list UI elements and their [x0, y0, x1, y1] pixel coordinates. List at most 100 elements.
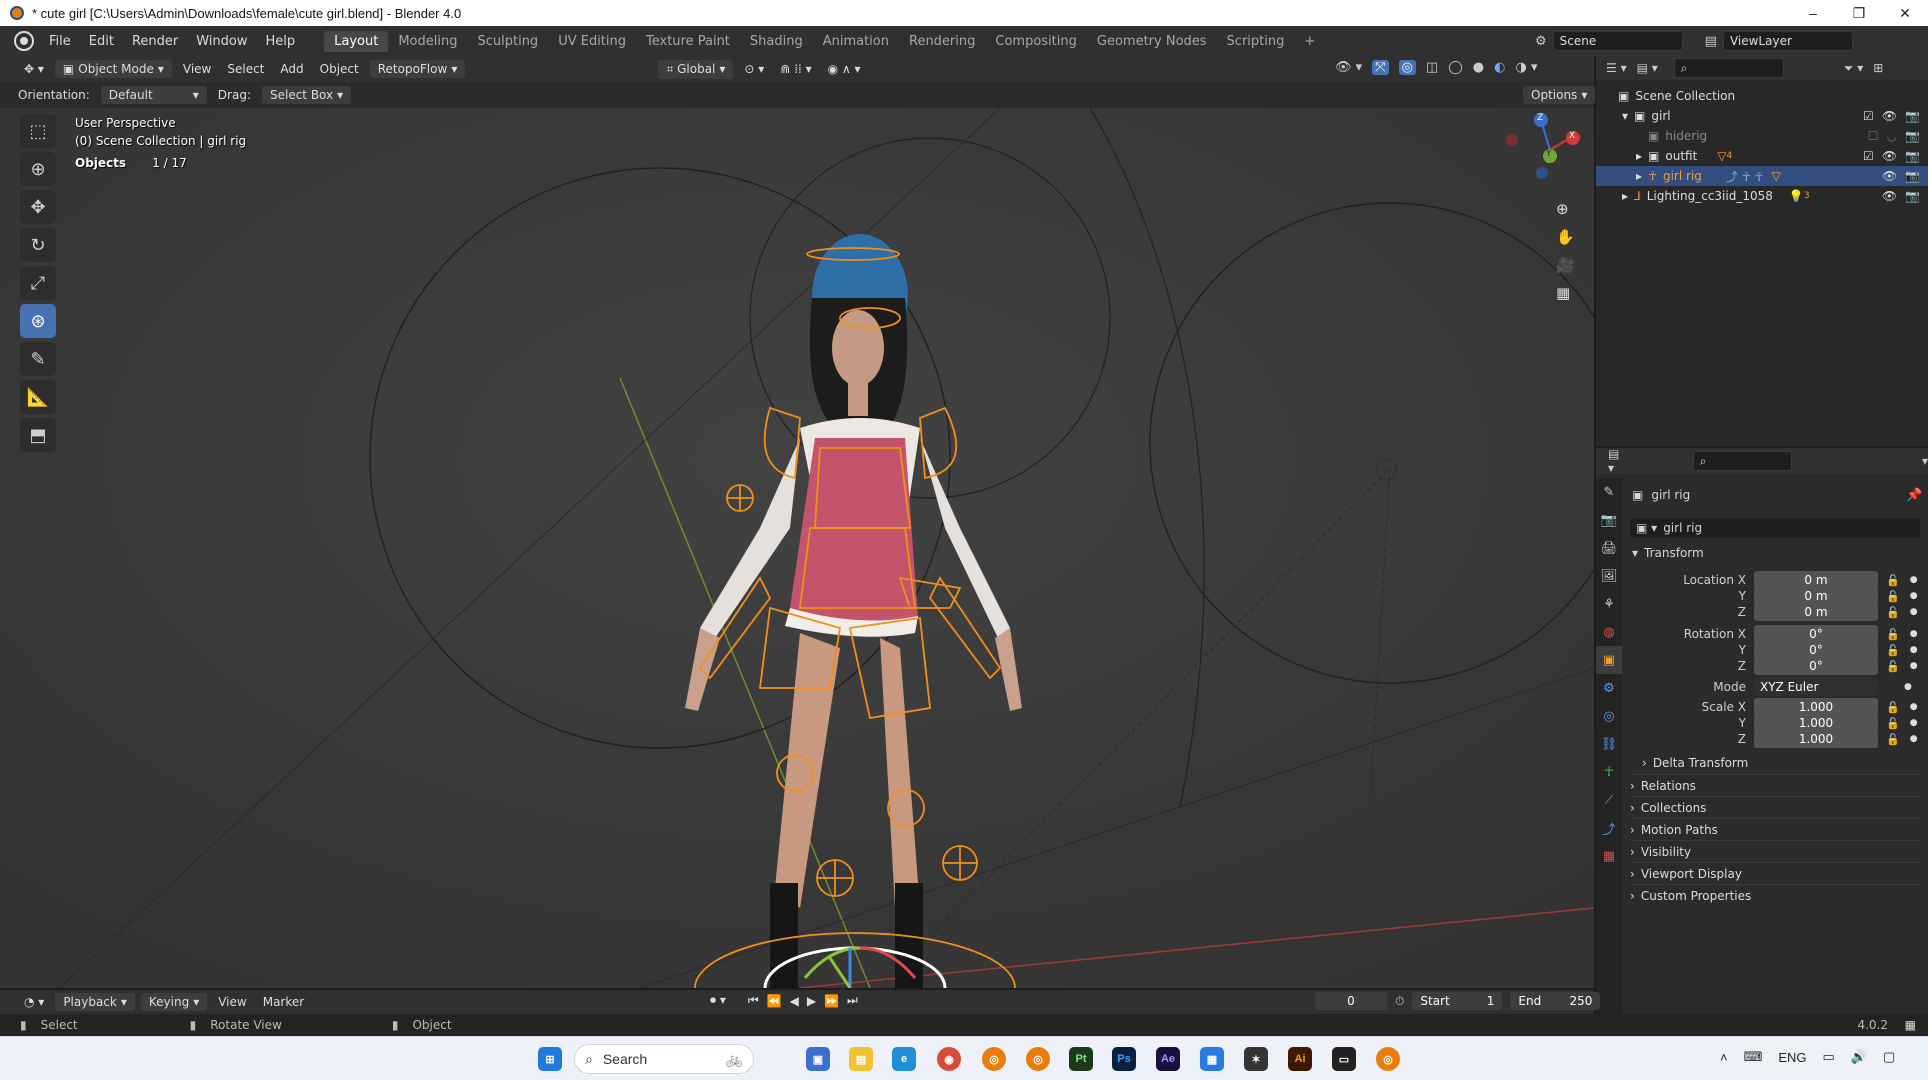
outliner-item-girl-rig[interactable]: ▸ ☥ girl rig ⤴ ☥ ☥ ▽ 👁 📷 — [1596, 166, 1928, 186]
start-frame-field[interactable]: Start 1 — [1412, 992, 1503, 1010]
blender-active-icon[interactable]: ◎ — [1376, 1047, 1400, 1071]
bone-constraint-tab-icon[interactable]: ⤴ — [1596, 814, 1622, 842]
photoshop-icon[interactable]: Ps — [1112, 1047, 1136, 1071]
navigation-gizmo[interactable]: Z X Y — [1500, 108, 1590, 188]
proportional-edit-icon[interactable]: ◉ ∧ ▾ — [820, 60, 869, 78]
eye-icon[interactable]: 👁 — [1882, 149, 1897, 163]
select-box-tool-icon[interactable]: ⬚ — [20, 114, 56, 148]
armature-data-tab-icon[interactable]: ☥ — [1596, 758, 1622, 786]
menu-edit[interactable]: Edit — [80, 34, 123, 49]
prev-keyframe-icon[interactable]: ⏪ — [767, 994, 782, 1008]
volume-icon[interactable]: 🔊 — [1851, 1049, 1867, 1065]
lock-icon[interactable]: 🔓 — [1886, 606, 1900, 619]
outliner-item-lighting[interactable]: ▸ ⅃ Lighting_cc3iid_1058 💡 3 👁 📷 — [1596, 186, 1928, 206]
lock-icon[interactable]: 🔓 — [1886, 717, 1900, 730]
checkbox-icon[interactable]: ☐ — [1868, 129, 1879, 143]
terminal-icon[interactable]: ▭ — [1332, 1047, 1356, 1071]
close-button[interactable]: ✕ — [1882, 0, 1928, 26]
xray-icon[interactable]: ◫ — [1426, 60, 1438, 75]
jump-start-icon[interactable]: ⏮ — [748, 993, 759, 1008]
lock-icon[interactable]: 🔓 — [1886, 628, 1900, 641]
keyframe-dot-icon[interactable]: ● — [1910, 661, 1918, 671]
cursor-tool-icon[interactable]: ⊕ — [20, 152, 56, 186]
chevron-down-icon[interactable]: ▾ — [1922, 454, 1928, 468]
notification-icon[interactable]: ▢ — [1883, 1049, 1895, 1065]
taskbar-search-box[interactable]: ⌕ Search 🚲 — [574, 1044, 754, 1074]
windows-start-icon[interactable]: ⊞ — [538, 1047, 562, 1071]
snap-icon[interactable]: ⋒ ⁞⁞ ▾ — [772, 60, 819, 78]
eye-icon[interactable]: 👁 — [1882, 169, 1897, 183]
wireframe-shading-icon[interactable]: ◯ — [1448, 60, 1463, 75]
section-collections[interactable]: › Collections — [1630, 796, 1920, 819]
section-relations[interactable]: › Relations — [1630, 774, 1920, 797]
lock-icon[interactable]: 🔓 — [1886, 733, 1900, 746]
lock-icon[interactable]: 🔓 — [1886, 660, 1900, 673]
rotation-z-field[interactable]: 0° — [1754, 657, 1878, 675]
keyframe-dot-icon[interactable]: ● — [1910, 718, 1918, 728]
section-custom-properties[interactable]: › Custom Properties — [1630, 884, 1920, 907]
tool-tab-icon[interactable]: ✎ — [1596, 478, 1622, 506]
keyboard-icon[interactable]: ⌨ — [1744, 1049, 1763, 1065]
tab-modeling[interactable]: Modeling — [388, 31, 467, 52]
keyframe-dot-icon[interactable]: ● — [1910, 629, 1918, 639]
modifiers-tab-icon[interactable]: ⚙ — [1596, 674, 1622, 702]
tab-texture-paint[interactable]: Texture Paint — [636, 31, 740, 52]
tab-shading[interactable]: Shading — [740, 31, 813, 52]
physics-tab-icon[interactable]: ◎ — [1596, 702, 1622, 730]
eye-closed-icon[interactable]: ◡ — [1887, 129, 1897, 143]
pan-hand-icon[interactable]: ✋ — [1556, 228, 1575, 246]
chevron-down-icon[interactable]: ▾ — [1622, 109, 1628, 123]
blender-taskbar-icon-2[interactable]: ◎ — [1026, 1047, 1050, 1071]
viewport-menu-object[interactable]: Object — [312, 60, 367, 78]
outliner-root[interactable]: ▣ Scene Collection — [1596, 86, 1928, 106]
view-layer-tab-icon[interactable]: 🖼 — [1596, 562, 1622, 590]
texture-tab-icon[interactable]: ▦ — [1596, 842, 1622, 870]
chevron-right-icon[interactable]: ▸ — [1636, 149, 1642, 163]
timeline-menu-marker[interactable]: Marker — [255, 993, 312, 1011]
filter-icon[interactable]: ⏷ ▾ — [1844, 61, 1863, 76]
visibility-icon[interactable]: 👁 ▾ — [1335, 60, 1362, 75]
current-frame-field[interactable]: 0 — [1315, 992, 1387, 1010]
annotate-tool-icon[interactable]: ✎ — [20, 342, 56, 376]
editor-type-icon[interactable]: ✥ ▾ — [16, 60, 52, 78]
tab-animation[interactable]: Animation — [813, 31, 899, 52]
eye-icon[interactable]: 👁 — [1882, 189, 1897, 203]
solid-shading-icon[interactable]: ● — [1473, 60, 1484, 75]
drag-selector[interactable]: Select Box ▾ — [261, 86, 352, 104]
maximize-button[interactable]: ❐ — [1836, 0, 1882, 26]
pivot-point-icon[interactable]: ⊙ ▾ — [736, 60, 772, 78]
bone-tab-icon[interactable]: ⟋ — [1596, 786, 1622, 814]
language-indicator[interactable]: ENG — [1778, 1050, 1806, 1065]
jump-end-icon[interactable]: ⏭ — [847, 993, 858, 1008]
blender-logo-icon[interactable] — [14, 31, 34, 51]
zoom-icon[interactable]: ⊕ — [1556, 200, 1575, 218]
scene-tab-icon[interactable]: ⚘ — [1596, 590, 1622, 618]
stopwatch-icon[interactable]: ⏱ — [1395, 994, 1404, 1009]
after-effects-icon[interactable]: Ae — [1156, 1047, 1180, 1071]
play-reverse-icon[interactable]: ◀ — [790, 994, 799, 1008]
location-z-field[interactable]: 0 m — [1754, 603, 1878, 621]
section-viewport-display[interactable]: › Viewport Display — [1630, 862, 1920, 885]
tab-uv-editing[interactable]: UV Editing — [548, 31, 636, 52]
keyframe-dot-icon[interactable]: ● — [1910, 645, 1918, 655]
gizmo-toggle-icon[interactable]: ⤧ — [1372, 60, 1389, 75]
transform-orientation-selector[interactable]: ⌗ Global ▾ — [658, 59, 734, 79]
eye-icon[interactable]: 👁 — [1882, 109, 1897, 123]
lock-icon[interactable]: 🔓 — [1886, 644, 1900, 657]
edge-browser-icon[interactable]: e — [892, 1047, 916, 1071]
mode-selector[interactable]: ▣ Object Mode ▾ — [54, 60, 172, 78]
menu-render[interactable]: Render — [123, 34, 187, 49]
tab-layout[interactable]: Layout — [324, 30, 389, 52]
tab-geometry-nodes[interactable]: Geometry Nodes — [1087, 31, 1217, 52]
next-keyframe-icon[interactable]: ⏩ — [824, 994, 839, 1008]
tab-rendering[interactable]: Rendering — [899, 31, 985, 52]
chevron-right-icon[interactable]: ▸ — [1622, 189, 1628, 203]
menu-help[interactable]: Help — [257, 34, 305, 49]
play-icon[interactable]: ▶ — [807, 994, 816, 1008]
file-explorer-icon[interactable]: ▤ — [849, 1047, 873, 1071]
task-view-icon[interactable]: ▣ — [806, 1047, 830, 1071]
add-cube-tool-icon[interactable]: ⬒ — [20, 418, 56, 452]
timeline-editor-icon[interactable]: ◔ ▾ — [16, 993, 52, 1011]
camera-icon[interactable]: 📷 — [1905, 189, 1920, 203]
camera-icon[interactable]: 📷 — [1905, 149, 1920, 163]
